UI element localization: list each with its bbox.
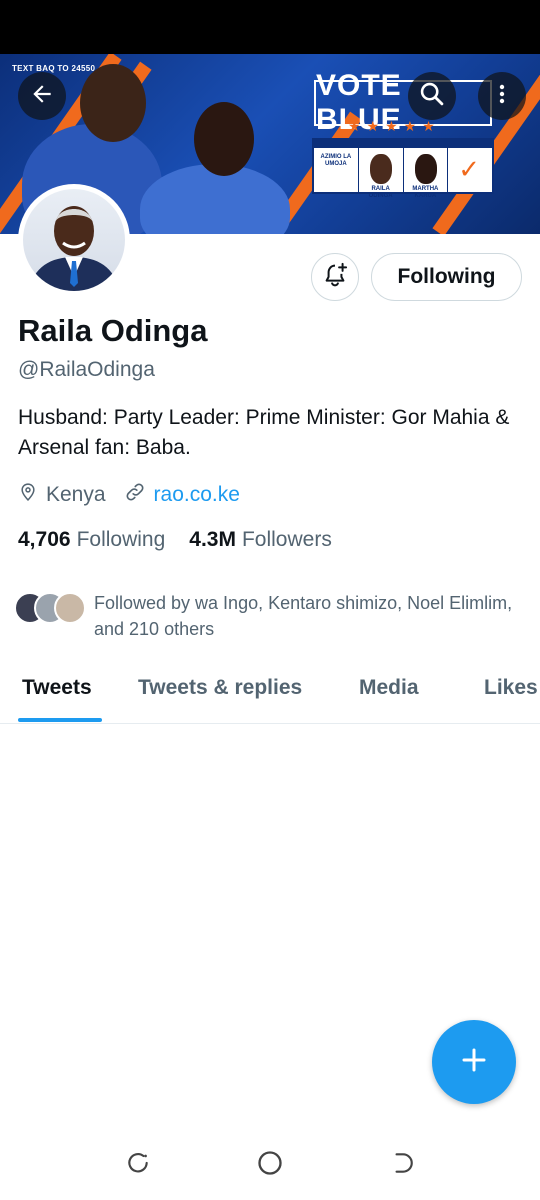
ballot-cell-deputy: MARTHA KARUA <box>403 140 449 199</box>
arrow-left-icon <box>29 81 55 112</box>
profile-tabs: Tweets Tweets & replies Media Likes <box>0 662 540 724</box>
following-button[interactable]: Following <box>371 253 522 301</box>
system-nav-bar <box>0 1128 540 1200</box>
follower-avatars <box>14 590 86 626</box>
location-pin-icon <box>18 481 38 509</box>
nav-back-icon <box>389 1150 415 1181</box>
home-button[interactable] <box>255 1150 285 1180</box>
tab-tweets[interactable]: Tweets <box>22 676 92 700</box>
plus-icon <box>459 1045 489 1080</box>
website-link[interactable]: rao.co.ke <box>154 483 240 507</box>
profile-avatar[interactable] <box>18 184 130 296</box>
banner-ballot: AZIMIO LA UMOJA RAILA ODINGA MARTHA KARU… <box>312 138 494 199</box>
profile-meta: Kenya rao.co.ke <box>18 481 240 509</box>
banner-small-text: TEXT BAQ TO 24550 <box>12 64 96 73</box>
home-circle-icon <box>256 1149 284 1182</box>
ballot-party-text: AZIMIO LA UMOJA <box>320 154 352 167</box>
more-button[interactable] <box>478 72 526 120</box>
follower-avatar <box>54 592 86 624</box>
tab-tweets-replies[interactable]: Tweets & replies <box>138 676 302 700</box>
ballot-cell-party: AZIMIO LA UMOJA <box>314 140 359 192</box>
banner-person-man-head <box>80 64 146 142</box>
recents-button[interactable] <box>123 1150 153 1180</box>
following-count: 4,706 <box>18 528 71 551</box>
banner-person-woman-head <box>194 102 254 176</box>
search-button[interactable] <box>408 72 456 120</box>
more-vertical-icon <box>490 82 514 111</box>
tab-media[interactable]: Media <box>359 676 419 700</box>
following-label: Following <box>76 528 166 551</box>
active-tab-indicator <box>18 718 102 722</box>
following-count-link[interactable]: 4,706 Following <box>18 528 165 552</box>
back-button[interactable] <box>18 72 66 120</box>
location-text: Kenya <box>46 483 106 506</box>
nav-back-button[interactable] <box>387 1150 417 1180</box>
followers-label: Followers <box>241 528 332 551</box>
avatar-image <box>23 189 125 291</box>
followed-by-row[interactable]: Followed by wa Ingo, Kentaro shimizo, No… <box>14 590 514 642</box>
notifications-button[interactable] <box>311 253 359 301</box>
followers-count-link[interactable]: 4.3M Followers <box>189 528 332 552</box>
ballot-cell-candidate: RAILA ODINGA <box>358 140 404 199</box>
compose-tweet-button[interactable] <box>432 1020 516 1104</box>
ballot-deputy-text: MARTHA KARUA <box>412 186 439 199</box>
search-icon <box>418 80 446 113</box>
display-name: Raila Odinga <box>18 313 208 348</box>
tab-likes[interactable]: Likes <box>484 676 538 700</box>
follow-counts: 4,706 Following 4.3M Followers <box>18 528 332 552</box>
profile-bio: Husband: Party Leader: Prime Minister: G… <box>18 406 510 459</box>
user-handle: @RailaOdinga <box>18 358 155 381</box>
link-icon <box>124 481 146 509</box>
followers-count: 4.3M <box>189 528 236 551</box>
status-bar <box>0 0 540 54</box>
followed-by-text: Followed by wa Ingo, Kentaro shimizo, No… <box>94 593 513 639</box>
banner-stars: ★★★★★ <box>348 118 441 134</box>
ballot-cell-mark: ✓ <box>448 140 492 192</box>
recents-icon <box>125 1150 151 1181</box>
bell-plus-icon <box>321 261 349 294</box>
check-icon: ✓ <box>458 154 481 184</box>
ballot-candidate-text: RAILA ODINGA <box>368 186 393 199</box>
